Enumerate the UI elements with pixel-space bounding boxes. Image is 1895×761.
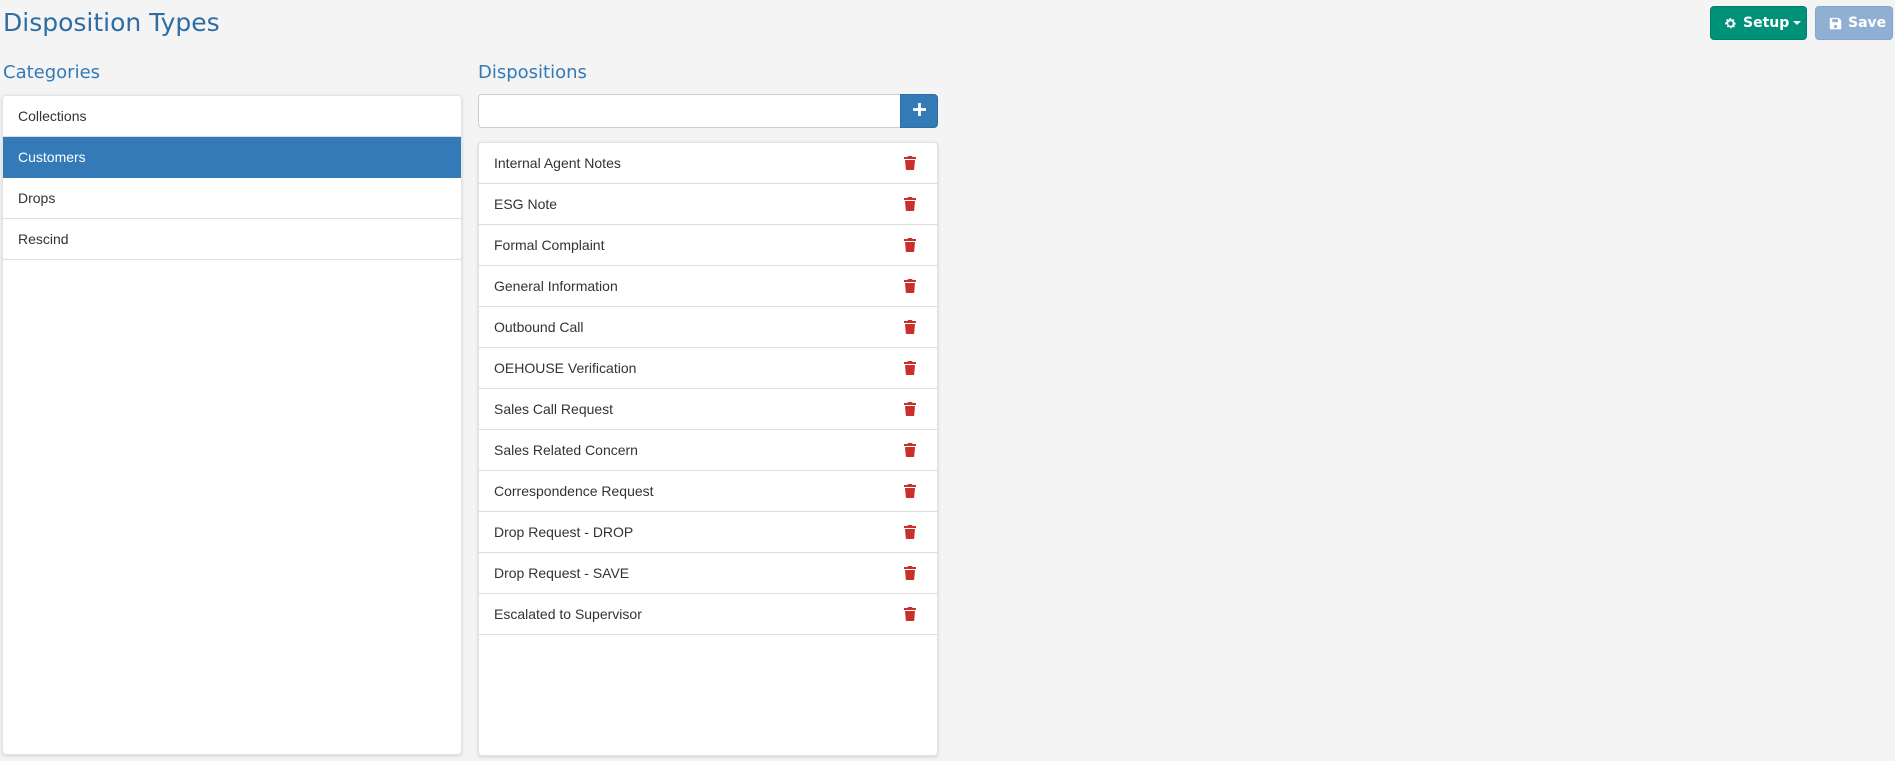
trash-icon[interactable] [904,443,916,457]
disposition-label: Correspondence Request [494,483,654,499]
category-label: Drops [18,190,56,206]
trash-icon[interactable] [904,525,916,539]
dispositions-title: Dispositions [478,62,587,83]
disposition-label: Sales Related Concern [494,442,638,458]
disposition-label: Internal Agent Notes [494,155,621,171]
disposition-item[interactable]: General Information [479,266,937,307]
disposition-label: ESG Note [494,196,558,212]
save-button[interactable]: Save [1815,6,1893,40]
save-label: Save [1848,15,1887,31]
trash-icon[interactable] [904,607,916,621]
trash-icon[interactable] [904,156,916,170]
add-disposition-row [478,94,938,128]
setup-button[interactable]: Setup [1710,6,1807,40]
category-label: Customers [18,149,86,165]
trash-icon[interactable] [904,279,916,293]
top-actions: Setup Save [1710,6,1893,40]
add-disposition-button[interactable] [900,94,938,128]
trash-icon[interactable] [904,238,916,252]
disposition-item[interactable]: ESG Note [479,184,937,225]
plus-icon [912,103,926,119]
category-item-collections[interactable]: Collections [3,96,461,137]
disposition-label: Drop Request - DROP [494,524,634,540]
disposition-item[interactable]: Sales Related Concern [479,430,937,471]
disposition-label: Sales Call Request [494,401,614,417]
new-disposition-input[interactable] [478,94,900,128]
disposition-item[interactable]: Drop Request - SAVE [479,553,937,594]
caret-down-icon [1793,21,1802,25]
disposition-item[interactable]: Escalated to Supervisor [479,594,937,635]
trash-icon[interactable] [904,566,916,580]
trash-icon[interactable] [904,197,916,211]
setup-label: Setup [1743,15,1790,31]
category-label: Collections [18,108,87,124]
disposition-item[interactable]: Drop Request - DROP [479,512,937,553]
gear-icon [1724,17,1737,30]
disposition-label: Formal Complaint [494,237,605,253]
disposition-label: Drop Request - SAVE [494,565,630,581]
disposition-item[interactable]: Outbound Call [479,307,937,348]
disposition-item[interactable]: Correspondence Request [479,471,937,512]
disposition-item[interactable]: Sales Call Request [479,389,937,430]
category-item-customers[interactable]: Customers [3,137,461,178]
categories-list: Collections Customers Drops Rescind [2,95,462,755]
category-item-drops[interactable]: Drops [3,178,461,219]
disposition-item[interactable]: Formal Complaint [479,225,937,266]
dispositions-list: Internal Agent Notes ESG Note Formal Com… [478,142,938,756]
disposition-label: Escalated to Supervisor [494,606,642,622]
disposition-label: Outbound Call [494,319,584,335]
trash-icon[interactable] [904,484,916,498]
disposition-label: General Information [494,278,618,294]
disposition-item[interactable]: Internal Agent Notes [479,143,937,184]
categories-title: Categories [3,62,101,83]
trash-icon[interactable] [904,320,916,334]
floppy-icon [1829,17,1842,30]
page-title: Disposition Types [3,8,220,37]
category-item-rescind[interactable]: Rescind [3,219,461,260]
disposition-label: OEHOUSE Verification [494,360,637,376]
category-label: Rescind [18,231,69,247]
trash-icon[interactable] [904,361,916,375]
disposition-item[interactable]: OEHOUSE Verification [479,348,937,389]
trash-icon[interactable] [904,402,916,416]
